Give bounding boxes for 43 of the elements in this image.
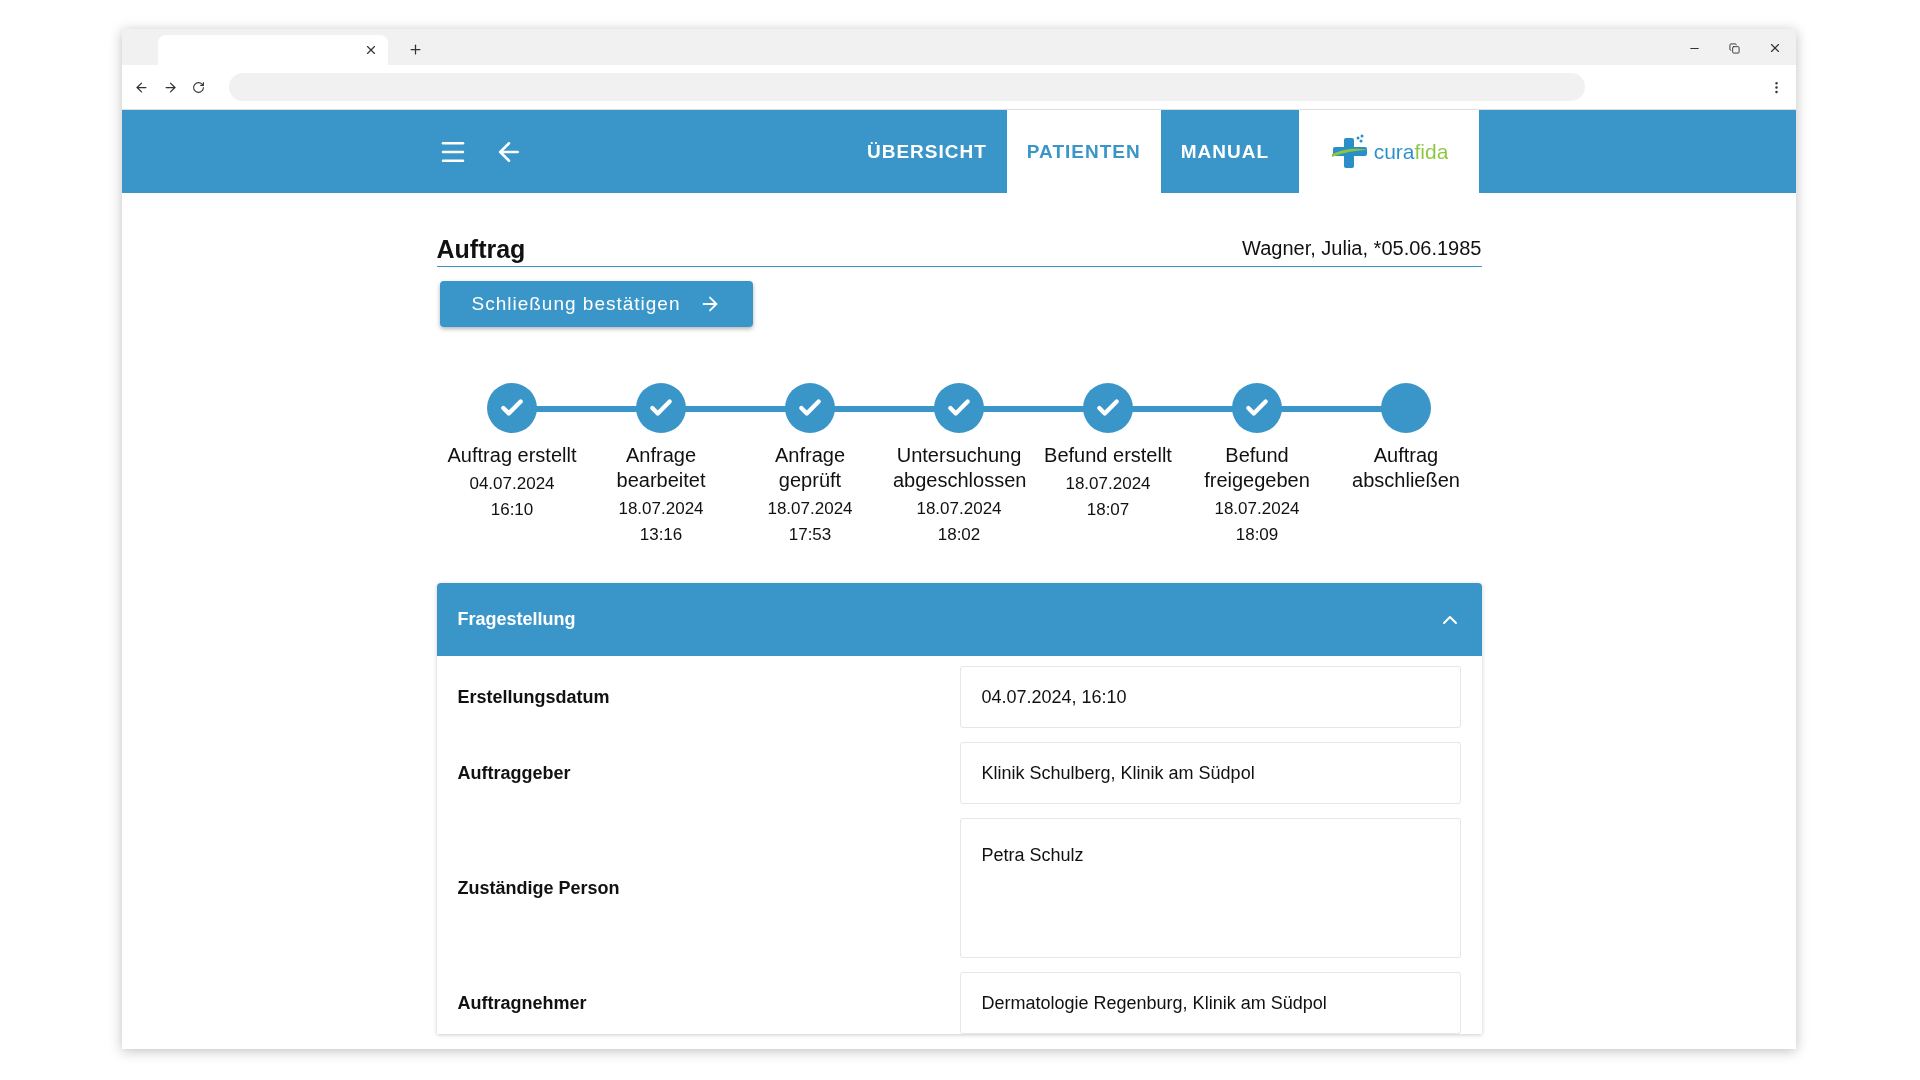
step-date: 18.07.2024 — [1065, 474, 1151, 494]
new-tab-icon[interactable] — [408, 42, 423, 57]
step-date: 18.07.2024 — [1214, 499, 1300, 519]
step-label: Anfrage bearbeitet — [615, 443, 707, 493]
cross-logo-icon — [1329, 133, 1370, 170]
field-label: Auftraggeber — [457, 762, 572, 784]
field-value[interactable]: Dermatologie Regenburg, Klinik am Südpol — [959, 972, 1461, 1034]
step-label: Untersuchung abgeschlossen — [893, 443, 1025, 493]
field-label: Zuständige Person — [457, 877, 621, 899]
step-label: Anfrage geprüft — [773, 443, 847, 493]
reload-icon[interactable] — [192, 80, 205, 94]
step-date: 18.07.2024 — [916, 499, 1002, 519]
step-time: 16:10 — [490, 500, 534, 520]
confirm-button[interactable]: Schließung bestätigen — [439, 281, 753, 327]
step-time: 13:16 — [639, 525, 683, 545]
step-label: Auftrag erstellt — [446, 443, 578, 468]
forward-icon[interactable] — [163, 79, 178, 95]
close-icon[interactable] — [364, 43, 378, 57]
back-icon[interactable] — [134, 79, 149, 95]
step-time: 17:53 — [788, 525, 832, 545]
page-title: Auftrag — [436, 235, 526, 264]
step-time: 18:07 — [1086, 500, 1130, 520]
field-value[interactable]: 04.07.2024, 16:10 — [959, 666, 1461, 728]
close-icon[interactable] — [1768, 41, 1782, 55]
restore-icon[interactable] — [1729, 41, 1740, 55]
patient-name: Wagner, Julia, *05.06.1985 — [1242, 237, 1482, 261]
step-label: Auftrag abschließen — [1351, 443, 1461, 493]
nav-tab[interactable]: MANUAL — [1160, 110, 1290, 193]
field-value[interactable]: Petra Schulz — [959, 818, 1461, 958]
step-date: 18.07.2024 — [767, 499, 853, 519]
panel-title: Fragestellung — [457, 609, 576, 630]
step-time: 18:02 — [937, 525, 981, 545]
panel-header[interactable]: Fragestellung — [436, 583, 1482, 656]
nav-tab[interactable]: ÜBERSICHT — [847, 110, 1007, 193]
nav-tab[interactable]: PATIENTEN — [1006, 110, 1161, 193]
step-label: Befund freigegeben — [1203, 443, 1311, 493]
field-label: Erstellungsdatum — [457, 686, 611, 708]
field-value[interactable]: Klinik Schulberg, Klinik am Südpol — [959, 742, 1461, 804]
step-date: 18.07.2024 — [618, 499, 704, 519]
field-label: Auftragnehmer — [457, 992, 588, 1014]
step-time: 18:09 — [1235, 525, 1279, 545]
step-label: Befund erstellt — [1043, 443, 1173, 468]
step-date: 04.07.2024 — [469, 474, 555, 494]
